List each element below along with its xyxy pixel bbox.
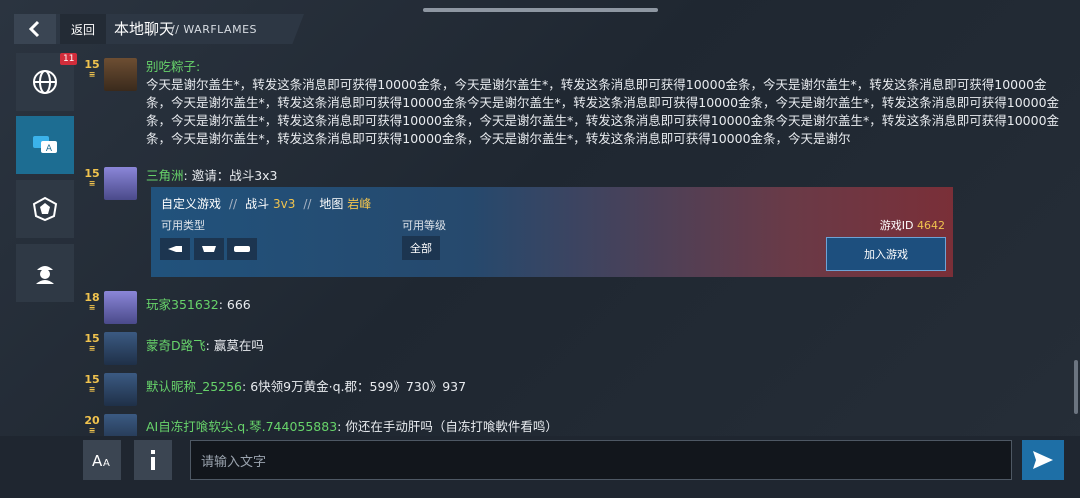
unread-badge: 11 [60,53,78,65]
tank-light-icon [168,246,182,252]
types-label: 可用类型 [161,219,205,232]
sidebar-item-troop[interactable] [16,244,74,302]
chat-message: 20 ≡ AI自冻打喰软尖.q.琴.744055883: 你还在手动肝吗（自冻打喰… [84,414,1064,436]
vehicle-type-heavy[interactable] [227,238,257,260]
chat-message: 15 ≡ 默认昵称_25256: 6快领9万黄金·q.郡：599》730》937 [84,373,1064,407]
level-badge: 15 ≡ [84,373,100,394]
globe-icon [33,70,57,94]
scrollbar[interactable] [1074,360,1078,414]
font-size-icon: AA [92,452,110,469]
avatar[interactable] [104,332,137,365]
svg-text:A: A [46,144,53,154]
level-badge: 18 ≡ [84,291,100,312]
sender-name[interactable]: 默认昵称_25256 [146,379,242,394]
svg-text:A: A [103,458,110,469]
level-badge: 15 ≡ [84,332,100,353]
svg-text:A: A [92,452,103,469]
message-text: 今天是谢尔盖生*，转发这条消息即可获得10000金条，今天是谢尔盖生*，转发这条… [146,77,1060,146]
chat-translate-icon: A [33,136,57,154]
tank-heavy-icon [234,246,250,252]
sender-name[interactable]: 别吃粽子 [146,59,196,74]
drag-handle[interactable] [423,8,658,12]
avatar[interactable] [104,167,137,200]
sender-name[interactable]: 三角洲 [146,168,184,183]
message-text: 6快领9万黄金·q.郡：599》730》937 [250,379,467,394]
send-button[interactable] [1022,440,1064,480]
chat-message: 15 ≡ 三角洲: 邀请：战斗3x3 [84,167,1064,200]
chat-message: 15 ≡ 蒙奇D路飞: 赢莫在吗 [84,332,1064,366]
font-size-button[interactable]: AA [83,440,121,480]
chevron-left-icon [28,20,40,38]
avatar[interactable] [104,373,137,406]
sidebar-item-local-chat[interactable]: A [16,116,74,174]
message-text: 你还在手动肝吗（自冻打喰軟件看鸣） [345,419,558,434]
avatar[interactable] [104,58,137,91]
level-badge: 15 ≡ [84,58,100,79]
message-text: 666 [226,297,251,312]
message-text: 赢莫在吗 [213,338,264,353]
avatar[interactable] [104,414,137,436]
message-text: 邀请：战斗3x3 [191,168,278,183]
page-subtitle: // WARFLAMES [171,23,258,36]
sender-name[interactable]: 玩家351632 [146,297,219,312]
vehicle-type-medium[interactable] [194,238,224,260]
level-badge: 15 ≡ [84,167,100,188]
sender-name[interactable]: 蒙奇D路飞 [146,338,206,353]
chat-input[interactable]: 请输入文字 [190,440,1012,480]
send-icon [1033,451,1053,469]
invite-header: 自定义游戏//战斗 3v3//地图 岩峰 [161,197,372,211]
chat-message: 18 ≡ 玩家351632: 666 [84,291,1064,325]
back-label[interactable]: 返回 [60,14,106,44]
back-button[interactable] [14,14,56,44]
tank-medium-icon [202,246,216,252]
soldier-icon [36,266,54,284]
faction-icon [32,196,58,222]
game-invite-card: 自定义游戏//战斗 3v3//地图 岩峰 可用类型 可用等级 全部 游戏ID 4… [151,187,953,277]
level-badge: 20 ≡ [84,414,100,435]
info-button[interactable] [134,440,172,480]
level-filter[interactable]: 全部 [402,236,440,260]
avatar[interactable] [104,291,137,324]
info-icon [151,450,155,470]
game-id: 游戏ID 4642 [879,219,945,232]
page-title: 本地聊天 [114,20,175,38]
chat-message: 15 ≡ 别吃粽子: 今天是谢尔盖生*，转发这条消息即可获得10000金条，今天是… [84,58,1064,158]
sender-name[interactable]: AI自冻打喰软尖.q.琴.744055883 [146,419,337,434]
vehicle-type-light[interactable] [160,238,190,260]
join-game-button[interactable]: 加入游戏 [826,237,946,271]
levels-label: 可用等级 [402,219,446,232]
sidebar-item-faction[interactable] [16,180,74,238]
